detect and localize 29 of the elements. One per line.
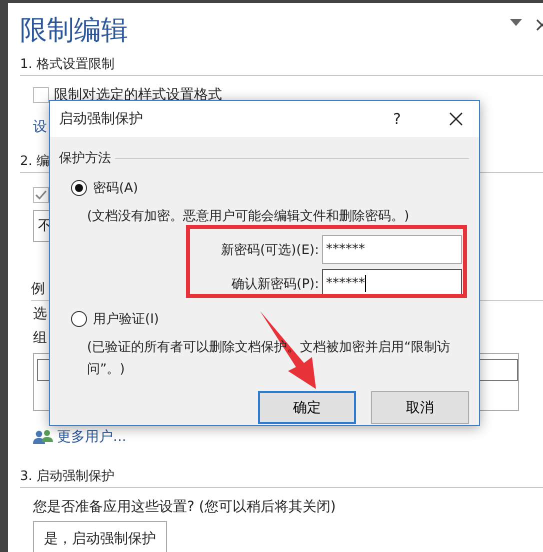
field-label: 新密码(可选)(E): xyxy=(221,242,319,258)
option-label: 用户验证(I) xyxy=(93,311,159,328)
pane-title: 限制编辑 xyxy=(20,14,128,48)
dropdown-icon xyxy=(510,19,522,27)
checkbox[interactable] xyxy=(33,187,49,203)
group-title: 保护方法 xyxy=(59,150,111,167)
start-protection-button[interactable]: 是，启动强制保护 xyxy=(33,521,167,552)
close-icon xyxy=(536,19,543,31)
option-label: 密码(A) xyxy=(93,180,138,197)
prompt-text: 您是否准备应用这些设置? (您可以稍后将其关闭) xyxy=(33,499,336,515)
radio-button[interactable] xyxy=(71,180,87,196)
ok-button[interactable]: 确定 xyxy=(258,391,356,424)
option-note: (文档没有加密。恶意用户可能会编辑文件和删除密码。) xyxy=(87,208,410,226)
help-button[interactable]: ? xyxy=(389,110,405,128)
field-label: 选 xyxy=(33,306,47,322)
settings-link[interactable]: 设 xyxy=(33,119,47,135)
section-heading: 1. 格式设置限制 xyxy=(20,55,543,76)
more-users-link[interactable]: 更多用户... xyxy=(57,428,126,446)
users-icon xyxy=(33,429,53,445)
field-label: 确认新密码(P): xyxy=(232,276,319,292)
password-field[interactable]: ****** xyxy=(322,235,462,264)
cancel-button[interactable]: 取消 xyxy=(371,391,469,424)
subheading: 例 xyxy=(31,281,45,297)
section-heading: 3. 启动强制保护 xyxy=(20,467,543,488)
field-label: 组 xyxy=(33,330,47,346)
radio-button[interactable] xyxy=(71,311,87,327)
dialog-title: 启动强制保护 xyxy=(59,110,143,128)
close-icon xyxy=(449,112,463,126)
checkbox[interactable] xyxy=(33,87,49,103)
